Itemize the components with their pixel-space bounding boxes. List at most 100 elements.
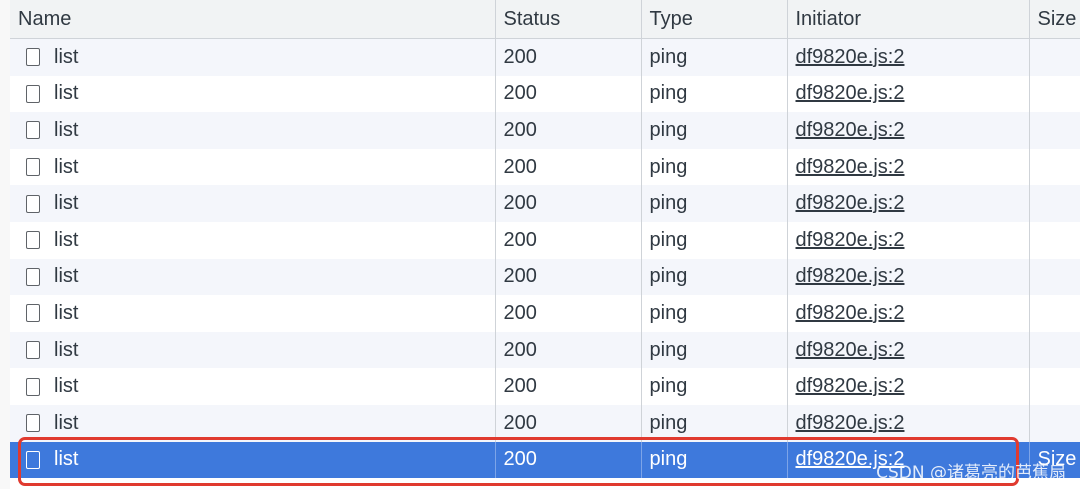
column-header-size[interactable]: Size bbox=[1029, 0, 1080, 39]
cell-size bbox=[1029, 38, 1080, 76]
cell-name[interactable]: list bbox=[10, 38, 496, 76]
column-header-status[interactable]: Status bbox=[495, 0, 642, 39]
cell-name[interactable]: list bbox=[10, 221, 496, 259]
cell-type: ping bbox=[641, 221, 788, 259]
network-panel: Name Status Type Initiator Size list 200 p… bbox=[0, 0, 1080, 489]
name-cell-content: list bbox=[18, 448, 494, 471]
document-icon bbox=[26, 48, 40, 67]
initiator-link[interactable]: df9820e.js:2 bbox=[796, 339, 905, 361]
request-name: list bbox=[54, 45, 79, 68]
table-row[interactable]: list 200 ping df9820e.js:2 Size bbox=[10, 441, 1080, 479]
cell-name[interactable]: list bbox=[10, 295, 496, 332]
initiator-link[interactable]: df9820e.js:2 bbox=[796, 192, 905, 214]
cell-type: ping bbox=[641, 258, 788, 296]
request-name: list bbox=[54, 301, 79, 324]
cell-status: 200 bbox=[495, 185, 642, 222]
initiator-link[interactable]: df9820e.js:2 bbox=[796, 412, 905, 434]
initiator-link[interactable]: df9820e.js:2 bbox=[796, 265, 905, 287]
cell-name[interactable]: list bbox=[10, 112, 496, 149]
cell-size bbox=[1029, 368, 1080, 405]
table-row[interactable]: list 200 ping df9820e.js:2 bbox=[10, 295, 1080, 332]
column-header-type[interactable]: Type bbox=[641, 0, 788, 39]
document-icon bbox=[26, 304, 40, 323]
document-icon bbox=[26, 84, 40, 103]
initiator-link[interactable]: df9820e.js:2 bbox=[796, 302, 905, 324]
request-name: list bbox=[54, 411, 79, 434]
table-row[interactable]: list 200 ping df9820e.js:2 bbox=[10, 148, 1080, 186]
cell-type: ping bbox=[641, 112, 788, 149]
request-name: list bbox=[54, 265, 79, 288]
request-name: list bbox=[54, 375, 79, 398]
cell-size bbox=[1029, 295, 1080, 332]
cell-name[interactable]: list bbox=[10, 441, 496, 479]
cell-name[interactable]: list bbox=[10, 75, 496, 113]
column-header-name[interactable]: Name bbox=[10, 0, 496, 39]
cell-status: 200 bbox=[495, 221, 642, 259]
cell-size bbox=[1029, 75, 1080, 113]
document-icon bbox=[26, 194, 40, 213]
name-cell-content: list bbox=[18, 118, 494, 142]
document-icon bbox=[26, 158, 40, 177]
initiator-link[interactable]: df9820e.js:2 bbox=[796, 448, 905, 470]
cell-name[interactable]: list bbox=[10, 185, 496, 222]
initiator-link[interactable]: df9820e.js:2 bbox=[796, 119, 905, 141]
cell-initiator: df9820e.js:2 bbox=[787, 221, 1030, 259]
cell-initiator: df9820e.js:2 bbox=[787, 148, 1030, 186]
request-name: list bbox=[54, 118, 79, 141]
cell-size bbox=[1029, 258, 1080, 296]
name-cell-content: list bbox=[18, 339, 494, 362]
document-icon bbox=[26, 121, 40, 140]
cell-size bbox=[1029, 221, 1080, 259]
initiator-link[interactable]: df9820e.js:2 bbox=[796, 82, 905, 104]
cell-size: Size bbox=[1029, 441, 1080, 479]
column-header-initiator[interactable]: Initiator bbox=[787, 0, 1030, 39]
cell-status: 200 bbox=[495, 331, 642, 369]
request-name: list bbox=[54, 82, 79, 105]
cell-status: 200 bbox=[495, 148, 642, 186]
cell-size bbox=[1029, 331, 1080, 369]
cell-status: 200 bbox=[495, 258, 642, 296]
table-row[interactable]: list 200 ping df9820e.js:2 bbox=[10, 75, 1080, 113]
table-row[interactable]: list 200 ping df9820e.js:2 bbox=[10, 112, 1080, 149]
cell-status: 200 bbox=[495, 75, 642, 113]
name-cell-content: list bbox=[18, 82, 494, 105]
cell-initiator: df9820e.js:2 bbox=[787, 75, 1030, 113]
cell-size bbox=[1029, 148, 1080, 186]
request-name: list bbox=[54, 192, 79, 215]
document-icon bbox=[26, 377, 40, 396]
table-row[interactable]: list 200 ping df9820e.js:2 bbox=[10, 404, 1080, 442]
cell-initiator: df9820e.js:2 bbox=[787, 258, 1030, 296]
initiator-link[interactable]: df9820e.js:2 bbox=[796, 229, 905, 251]
cell-type: ping bbox=[641, 441, 788, 479]
table-row[interactable]: list 200 ping df9820e.js:2 bbox=[10, 38, 1080, 76]
name-cell-content: list bbox=[18, 265, 494, 288]
cell-initiator: df9820e.js:2 bbox=[787, 404, 1030, 442]
cell-name[interactable]: list bbox=[10, 368, 496, 405]
table-row[interactable]: list 200 ping df9820e.js:2 bbox=[10, 221, 1080, 259]
cell-name[interactable]: list bbox=[10, 404, 496, 442]
left-gutter bbox=[0, 0, 10, 489]
cell-initiator: df9820e.js:2 bbox=[787, 441, 1030, 479]
cell-size bbox=[1029, 112, 1080, 149]
cell-name[interactable]: list bbox=[10, 148, 496, 186]
cell-name[interactable]: list bbox=[10, 258, 496, 296]
cell-type: ping bbox=[641, 295, 788, 332]
cell-initiator: df9820e.js:2 bbox=[787, 331, 1030, 369]
document-icon bbox=[26, 267, 40, 286]
table-row[interactable]: list 200 ping df9820e.js:2 bbox=[10, 331, 1080, 369]
request-name: list bbox=[54, 448, 79, 471]
name-cell-content: list bbox=[18, 155, 494, 179]
table-row[interactable]: list 200 ping df9820e.js:2 bbox=[10, 185, 1080, 222]
cell-size bbox=[1029, 185, 1080, 222]
table-row[interactable]: list 200 ping df9820e.js:2 bbox=[10, 368, 1080, 405]
cell-status: 200 bbox=[495, 295, 642, 332]
cell-name[interactable]: list bbox=[10, 331, 496, 369]
initiator-link[interactable]: df9820e.js:2 bbox=[796, 46, 905, 68]
initiator-link[interactable]: df9820e.js:2 bbox=[796, 156, 905, 178]
cell-type: ping bbox=[641, 404, 788, 442]
name-cell-content: list bbox=[18, 45, 494, 69]
initiator-link[interactable]: df9820e.js:2 bbox=[796, 375, 905, 397]
request-name: list bbox=[54, 155, 79, 178]
cell-status: 200 bbox=[495, 441, 642, 479]
table-row[interactable]: list 200 ping df9820e.js:2 bbox=[10, 258, 1080, 296]
